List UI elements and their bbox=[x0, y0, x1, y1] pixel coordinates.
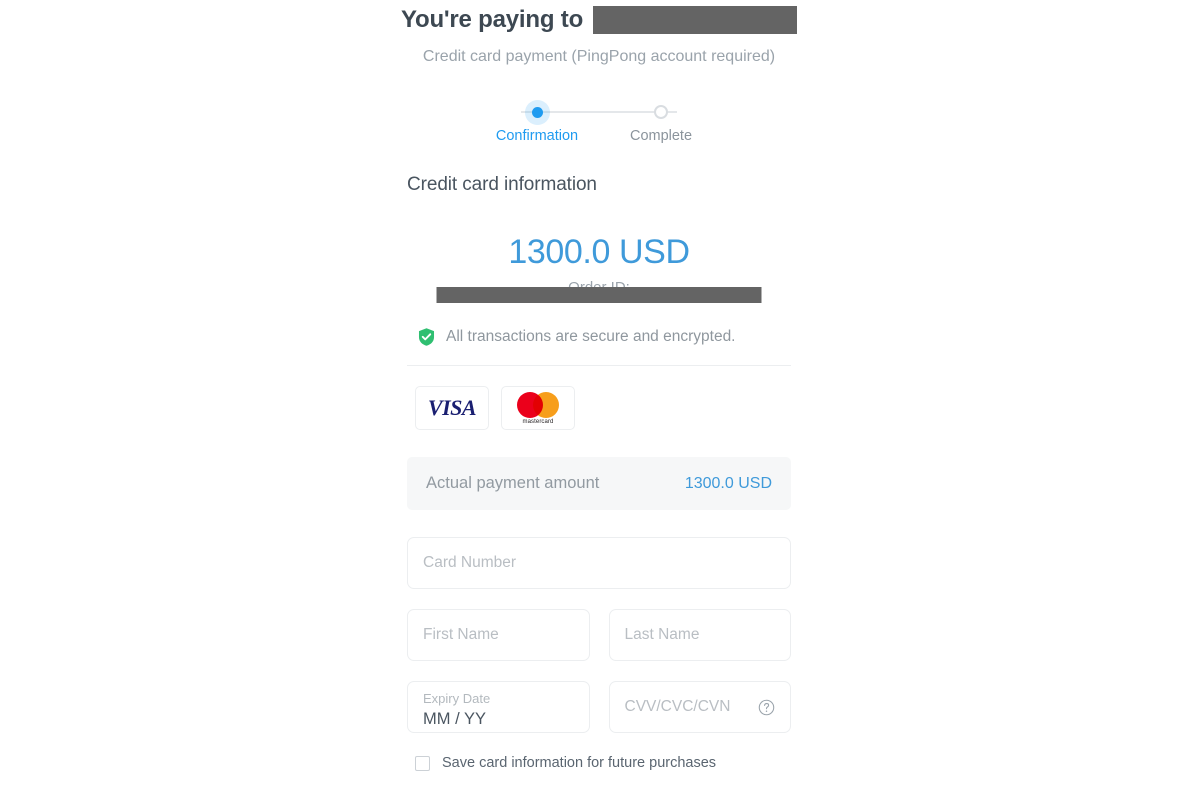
cvv-input[interactable]: CVV/CVC/CVN bbox=[608, 681, 791, 734]
stepper-inactive-dot-icon bbox=[654, 105, 668, 119]
content-divider bbox=[407, 365, 791, 367]
merchant-name-redacted bbox=[593, 6, 798, 34]
mastercard-circles-icon bbox=[517, 391, 559, 418]
order-id-row: Order ID: bbox=[407, 279, 791, 304]
name-fields-row: First Name Last Name bbox=[407, 609, 791, 662]
stepper-label-complete: Complete bbox=[629, 128, 693, 144]
first-name-placeholder: First Name bbox=[423, 626, 499, 644]
save-card-row[interactable]: Save card information for future purchas… bbox=[407, 755, 791, 771]
actual-payment-amount-value: 1300.0 USD bbox=[684, 474, 772, 492]
actual-payment-amount-row: Actual payment amount 1300.0 USD bbox=[407, 457, 791, 511]
stepper-dot-wrap-complete bbox=[609, 94, 713, 130]
page-title: You're paying to bbox=[400, 6, 584, 33]
mastercard-logo-inner: mastercard bbox=[517, 391, 559, 425]
cvv-placeholder: CVV/CVC/CVN bbox=[624, 698, 731, 716]
first-name-input[interactable]: First Name bbox=[407, 609, 590, 662]
page-header: You're paying to Credit card payment (Pi… bbox=[0, 0, 1198, 66]
section-title-credit-card: Credit card information bbox=[407, 174, 597, 195]
last-name-placeholder: Last Name bbox=[624, 626, 700, 644]
paying-to-row: You're paying to bbox=[0, 6, 1198, 34]
last-name-input[interactable]: Last Name bbox=[608, 609, 791, 662]
mastercard-orange-circle bbox=[533, 391, 559, 418]
stepper-step-complete[interactable]: Complete bbox=[609, 94, 713, 144]
visa-logo-text: VISA bbox=[427, 395, 477, 421]
shield-check-icon bbox=[418, 328, 435, 347]
progress-stepper: Confirmation Complete bbox=[469, 94, 729, 146]
credit-card-form: Card Number First Name Last Name Expiry … bbox=[407, 537, 791, 771]
security-note: All transactions are secure and encrypte… bbox=[407, 327, 791, 347]
stepper-step-confirmation[interactable]: Confirmation bbox=[485, 94, 589, 144]
stepper-label-confirmation: Confirmation bbox=[495, 128, 579, 144]
mastercard-logo: mastercard bbox=[501, 386, 575, 431]
card-number-placeholder: Card Number bbox=[423, 554, 517, 572]
stepper-dot-wrap-confirmation bbox=[485, 94, 589, 130]
expiry-date-input[interactable]: Expiry Date MM / YY bbox=[407, 681, 590, 734]
payment-page: You're paying to Credit card payment (Pi… bbox=[0, 0, 1198, 790]
amount-block: 1300.0 USD Order ID: bbox=[407, 233, 791, 304]
stepper-active-dot-icon bbox=[531, 106, 543, 118]
expiry-date-label: Expiry Date bbox=[423, 690, 491, 706]
mastercard-logo-text: mastercard bbox=[522, 418, 554, 425]
main-content: Credit card information 1300.0 USD Order… bbox=[407, 174, 791, 771]
card-number-input[interactable]: Card Number bbox=[407, 537, 791, 590]
security-note-text: All transactions are secure and encrypte… bbox=[446, 328, 736, 346]
question-circle-icon[interactable] bbox=[758, 699, 775, 716]
expiry-cvv-row: Expiry Date MM / YY CVV/CVC/CVN bbox=[407, 681, 791, 734]
order-id-redacted bbox=[436, 287, 762, 304]
amount-value: 1300.0 USD bbox=[508, 233, 690, 271]
page-subtitle: Credit card payment (PingPong account re… bbox=[422, 48, 776, 65]
save-card-label: Save card information for future purchas… bbox=[442, 755, 717, 772]
accepted-card-brands: VISA mastercard bbox=[407, 386, 791, 431]
visa-logo: VISA bbox=[415, 386, 489, 431]
expiry-date-value: MM / YY bbox=[423, 709, 486, 728]
actual-payment-amount-label: Actual payment amount bbox=[426, 474, 600, 493]
save-card-checkbox[interactable] bbox=[415, 755, 430, 771]
